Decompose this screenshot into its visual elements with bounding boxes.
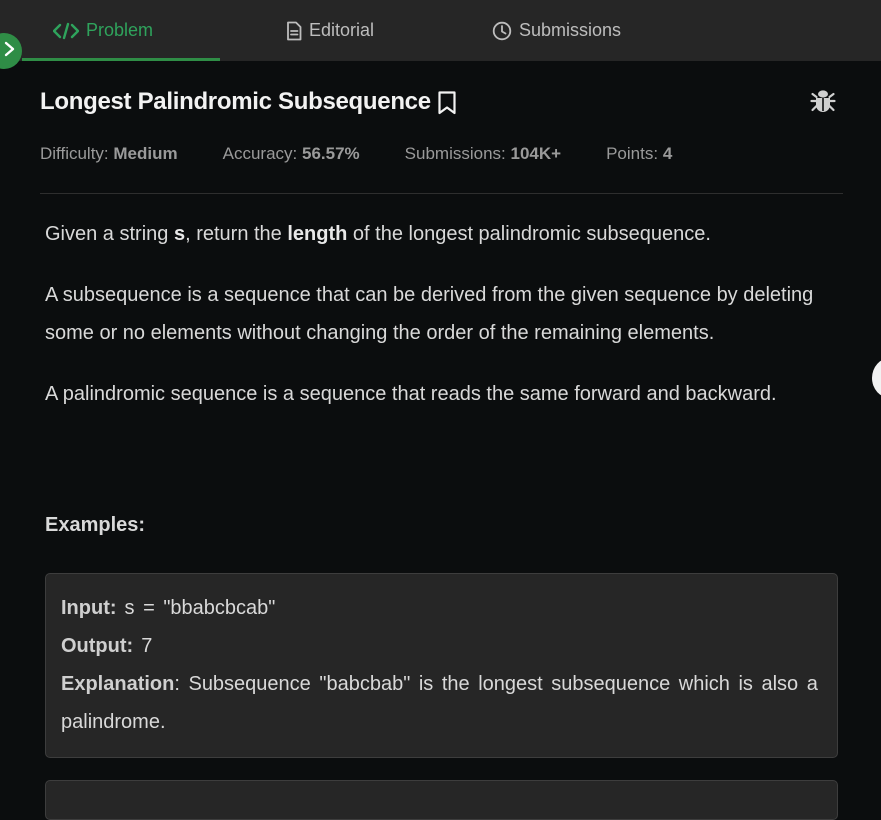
divider (40, 193, 843, 194)
tab-editorial-label: Editorial (309, 20, 375, 40)
clock-icon (492, 21, 512, 41)
example-box (45, 780, 838, 820)
page-title: Longest Palindromic Subsequence (40, 88, 431, 115)
accuracy-meta: Accuracy: 56.57% (223, 144, 360, 164)
statement-bold: s (173, 223, 186, 245)
problem-statement: Given a string s, return the length of t… (45, 215, 845, 436)
tab-bar: Problem Editorial Submissions (0, 0, 881, 61)
bookmark-icon[interactable] (437, 90, 457, 120)
input-value: s = "bbabcbcab" (124, 597, 276, 619)
examples-heading: Examples: (45, 514, 146, 536)
submissions-label: Submissions: (404, 144, 506, 163)
points-label: Points: (606, 144, 659, 163)
statement-bold: length (287, 223, 348, 245)
tab-editorial[interactable]: Editorial (286, 0, 374, 61)
input-label: Input: (61, 597, 117, 619)
bug-report-icon[interactable] (810, 88, 836, 119)
tab-submissions-label: Submissions (519, 20, 622, 40)
difficulty-meta: Difficulty: Medium (40, 144, 178, 164)
example-explanation: Explanation: Subsequence "babcbab" is th… (61, 665, 822, 741)
example-output: Output: 7 (61, 627, 822, 665)
statement-paragraph: A palindromic sequence is a sequence tha… (45, 383, 777, 405)
example-box: Input: s = "bbabcbcab" Output: 7 Explanati… (45, 573, 838, 758)
submissions-value: 104K+ (510, 144, 562, 163)
code-icon (53, 22, 79, 40)
chevron-right-icon (4, 41, 16, 62)
statement-text: of the longest palindromic subsequence. (347, 223, 711, 245)
difficulty-value: Medium (113, 144, 178, 163)
statement-text: , return the (185, 223, 288, 245)
active-tab-indicator (22, 58, 220, 61)
statement-paragraph: Given a string s, return the length of t… (45, 215, 845, 253)
problem-meta: Difficulty: Medium Accuracy: 56.57% Subm… (40, 141, 717, 167)
output-value: 7 (141, 635, 153, 657)
output-label: Output: (61, 635, 134, 657)
tab-problem[interactable]: Problem (53, 0, 153, 61)
statement-text: Given a string (45, 223, 174, 245)
points-meta: Points: 4 (606, 144, 672, 164)
tab-submissions[interactable]: Submissions (492, 0, 621, 61)
tab-problem-label: Problem (86, 20, 154, 40)
example-input: Input: s = "bbabcbcab" (61, 589, 822, 627)
problem-title-row: Longest Palindromic Subsequence (40, 84, 840, 120)
explanation-label: Explanation (61, 673, 175, 695)
difficulty-label: Difficulty: (40, 144, 109, 163)
panel-resize-handle[interactable] (872, 358, 881, 398)
accuracy-label: Accuracy: (222, 144, 298, 163)
statement-paragraph: A subsequence is a sequence that can be … (45, 284, 814, 344)
accuracy-value: 56.57% (302, 144, 360, 163)
document-icon (286, 21, 302, 41)
explanation-value: : Subsequence "babcbab" is the longest s… (61, 673, 818, 733)
points-value: 4 (662, 144, 673, 163)
submissions-meta: Submissions: 104K+ (405, 144, 561, 164)
